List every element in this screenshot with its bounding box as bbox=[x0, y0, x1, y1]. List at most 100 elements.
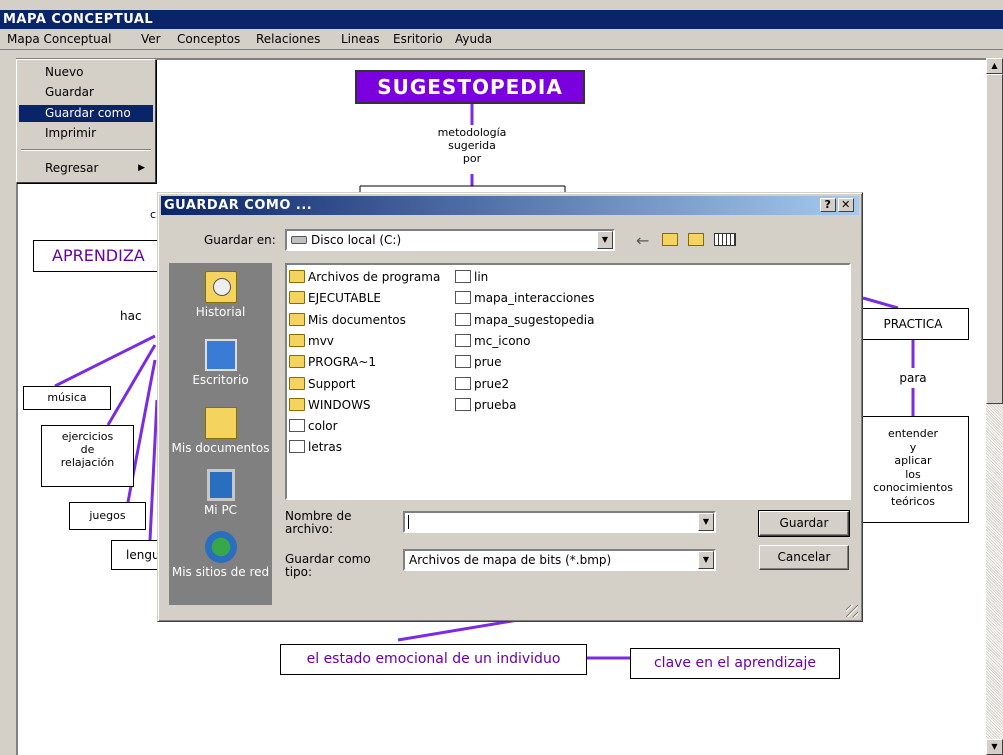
place-mi-pc-label: Mi PC bbox=[203, 503, 238, 517]
drive-icon bbox=[291, 236, 307, 244]
desktop-icon bbox=[204, 339, 237, 371]
file-list-item[interactable]: prueba bbox=[455, 395, 517, 415]
close-button[interactable]: ✕ bbox=[838, 198, 854, 212]
mapa-conceptual-menu: Nuevo Guardar Guardar como Imprimir Regr… bbox=[16, 59, 156, 183]
map-file-icon bbox=[455, 397, 471, 411]
submenu-arrow-icon: ▶ bbox=[138, 163, 145, 173]
filetype-label: Guardar como tipo: bbox=[285, 552, 371, 579]
file-name: EJECUTABLE bbox=[308, 291, 381, 306]
resize-grip-icon[interactable] bbox=[846, 605, 858, 617]
folder-icon bbox=[289, 270, 305, 283]
dialog-title-bar: GUARDAR COMO ... ? ✕ bbox=[161, 196, 859, 215]
place-mis-documentos-label: Mis documentos bbox=[171, 441, 270, 455]
file-name: Support bbox=[308, 376, 356, 391]
up-folder-icon[interactable] bbox=[662, 233, 678, 246]
file-name: Mis documentos bbox=[308, 312, 406, 327]
file-name: mapa_sugestopedia bbox=[474, 312, 595, 327]
new-folder-icon[interactable] bbox=[688, 233, 704, 246]
place-mis-documentos[interactable]: Mis documentos bbox=[169, 407, 272, 455]
file-list-item[interactable]: letras bbox=[289, 437, 342, 457]
file-list-item[interactable]: mc_icono bbox=[455, 331, 531, 351]
back-icon[interactable]: ← bbox=[636, 231, 649, 250]
place-mis-sitios-de-red[interactable]: Mis sitios de red bbox=[169, 531, 272, 579]
save-in-dropdown[interactable]: Disco local (C:) ▼ bbox=[285, 229, 615, 251]
filename-input[interactable]: ▼ bbox=[403, 511, 716, 533]
menu-item-imprimir[interactable]: Imprimir bbox=[19, 125, 153, 142]
menu-item-regresar-label: Regresar bbox=[45, 161, 99, 175]
map-file-icon bbox=[455, 270, 471, 283]
filetype-dropdown[interactable]: Archivos de mapa de bits (*.bmp) ▼ bbox=[403, 549, 716, 571]
file-name: prue bbox=[474, 355, 502, 370]
file-list-item[interactable]: Mis documentos bbox=[289, 310, 406, 330]
menu-item-nuevo[interactable]: Nuevo bbox=[19, 64, 153, 81]
menu-separator bbox=[21, 149, 151, 151]
map-file-icon bbox=[455, 312, 471, 326]
file-name: WINDOWS bbox=[308, 397, 371, 412]
documents-folder-icon bbox=[204, 407, 237, 439]
concept-node-practica[interactable]: PRACTICA bbox=[857, 308, 969, 340]
save-button[interactable]: Guardar bbox=[758, 510, 850, 537]
network-icon bbox=[204, 531, 237, 563]
file-list-item[interactable]: prue bbox=[455, 352, 502, 372]
places-bar: Historial Escritorio Mis documentos Mi P… bbox=[169, 263, 272, 605]
concept-node-entender[interactable]: entender y aplicar los conocimientos teó… bbox=[857, 416, 969, 523]
file-list-item[interactable]: mvv bbox=[289, 331, 334, 351]
link-label-metodologia: metodología sugerida por bbox=[437, 126, 507, 165]
map-file-icon bbox=[455, 291, 471, 305]
save-in-label: Guardar en: bbox=[204, 233, 276, 247]
menu-item-guardar-como[interactable]: Guardar como bbox=[19, 105, 153, 122]
file-name: Archivos de programa bbox=[308, 270, 441, 284]
save-as-dialog: GUARDAR COMO ... ? ✕ Guardar en: Disco l… bbox=[157, 192, 863, 622]
computer-icon bbox=[206, 469, 235, 501]
file-list-item[interactable]: PROGRA~1 bbox=[289, 352, 376, 372]
file-list-item[interactable]: mapa_interacciones bbox=[455, 288, 594, 308]
place-mi-pc[interactable]: Mi PC bbox=[169, 469, 272, 517]
menu-item-regresar[interactable]: Regresar ▶ bbox=[19, 160, 153, 177]
help-button[interactable]: ? bbox=[820, 198, 836, 212]
file-list-item[interactable]: prue2 bbox=[455, 374, 509, 394]
map-file-icon bbox=[289, 440, 305, 454]
file-list-item[interactable]: WINDOWS bbox=[289, 395, 371, 415]
menu-item-guardar[interactable]: Guardar bbox=[19, 84, 153, 101]
file-list-item[interactable]: Archivos de programa bbox=[289, 267, 440, 287]
view-menu-icon[interactable] bbox=[714, 233, 736, 246]
folder-icon bbox=[289, 376, 305, 390]
map-file-icon bbox=[455, 333, 471, 347]
file-list-item[interactable]: Support bbox=[289, 374, 355, 394]
file-name: lin bbox=[474, 270, 489, 284]
concept-node-lengu[interactable]: lengu bbox=[111, 540, 161, 570]
link-label-para: para bbox=[899, 371, 927, 385]
file-list-item[interactable]: EJECUTABLE bbox=[289, 288, 381, 308]
place-historial[interactable]: Historial bbox=[169, 271, 272, 319]
file-list-item[interactable]: color bbox=[289, 416, 338, 436]
place-escritorio[interactable]: Escritorio bbox=[169, 339, 272, 387]
map-file-icon bbox=[455, 376, 471, 390]
file-list-item[interactable]: mapa_sugestopedia bbox=[455, 310, 594, 330]
file-name: mvv bbox=[308, 333, 334, 348]
concept-node-aprendizaje[interactable]: APRENDIZA bbox=[33, 240, 163, 272]
concept-node-clave[interactable]: clave en el aprendizaje bbox=[630, 648, 840, 679]
map-file-icon bbox=[289, 419, 305, 433]
folder-icon bbox=[289, 312, 305, 326]
concept-node-musica[interactable]: música bbox=[23, 386, 111, 410]
file-name: letras bbox=[308, 440, 342, 455]
cancel-button[interactable]: Cancelar bbox=[759, 545, 849, 570]
map-file-icon bbox=[455, 355, 471, 369]
chevron-down-icon[interactable]: ▼ bbox=[597, 231, 613, 249]
concept-node-estado-emocional[interactable]: el estado emocional de un individuo bbox=[280, 644, 587, 675]
file-name: prue2 bbox=[474, 376, 510, 391]
file-name: color bbox=[308, 419, 338, 434]
place-mis-sitios-label: Mis sitios de red bbox=[171, 565, 270, 579]
concept-title-node[interactable]: SUGESTOPEDIA bbox=[355, 70, 585, 104]
filetype-value: Archivos de mapa de bits (*.bmp) bbox=[409, 553, 612, 567]
concept-node-ejercicios[interactable]: ejercicios de relajación bbox=[41, 425, 134, 487]
filename-chevron-down-icon[interactable]: ▼ bbox=[698, 513, 714, 531]
filename-label: Nombre de archivo: bbox=[285, 509, 352, 536]
filetype-chevron-down-icon[interactable]: ▼ bbox=[698, 551, 714, 569]
folder-icon bbox=[289, 333, 305, 347]
file-list-item[interactable]: lin bbox=[455, 267, 488, 287]
filename-value bbox=[408, 515, 409, 529]
history-icon bbox=[204, 271, 237, 303]
concept-node-juegos[interactable]: juegos bbox=[69, 502, 146, 530]
file-list[interactable]: Archivos de programa EJECUTABLE Mis docume… bbox=[285, 263, 851, 500]
